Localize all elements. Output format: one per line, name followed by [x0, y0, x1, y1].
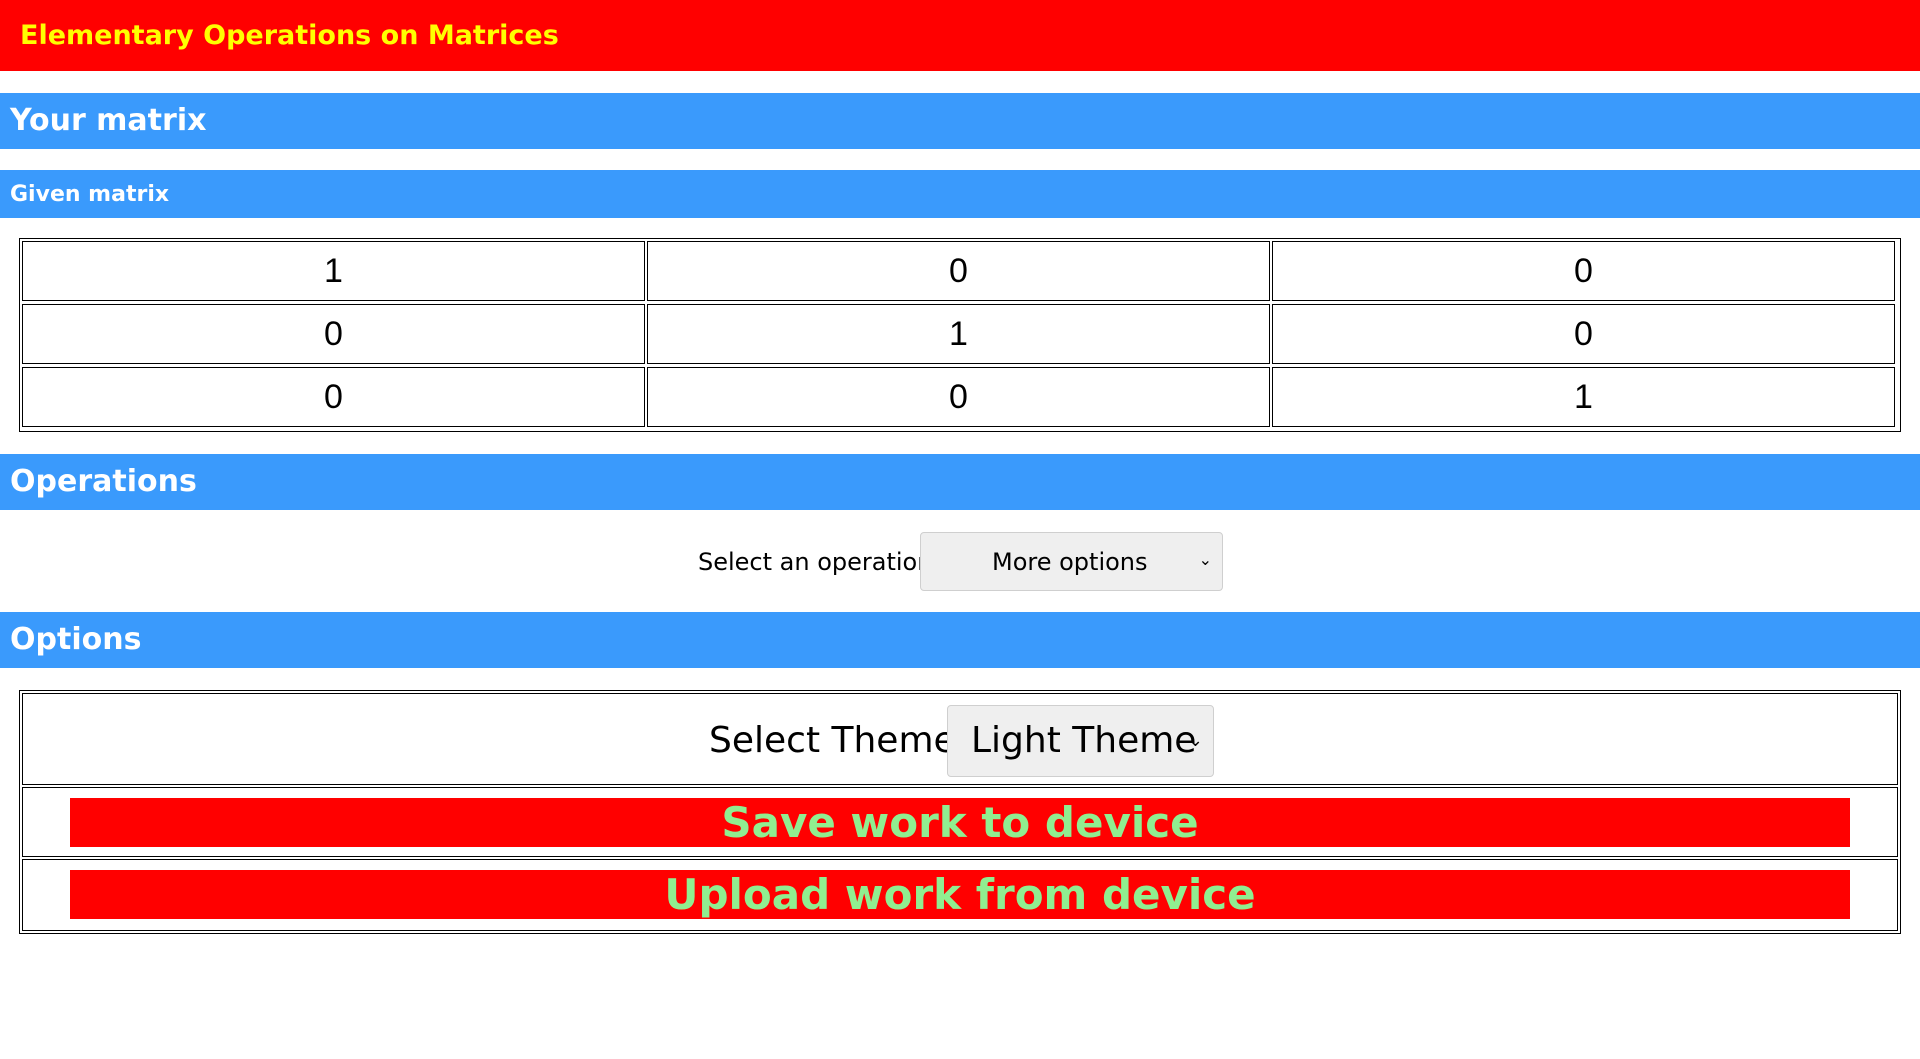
chevron-down-icon: ⌄: [1187, 730, 1203, 751]
theme-row: Select Theme: Light Theme ⌄: [22, 693, 1898, 785]
section-operations-title: Operations: [10, 464, 197, 499]
matrix-cell-r2c3: 0: [1272, 304, 1895, 364]
section-options-title: Options: [10, 622, 142, 657]
theme-select[interactable]: Light Theme ⌄: [947, 705, 1214, 777]
matrix-cell-r3c1: 0: [22, 367, 645, 427]
theme-select-value: Light Theme: [971, 720, 1197, 761]
matrix-table: 1 0 0 0 1 0 0 0 1: [19, 238, 1901, 432]
matrix-cell-r2c2: 1: [647, 304, 1270, 364]
save-work-button[interactable]: Save work to device: [70, 798, 1850, 847]
chevron-down-icon: ⌄: [1198, 550, 1212, 569]
operation-select-label: Select an operation:: [698, 548, 941, 576]
section-options: Options: [0, 612, 1920, 668]
operation-select[interactable]: More options ⌄: [920, 532, 1223, 591]
matrix-cell-r2c1: 0: [22, 304, 645, 364]
section-your-matrix-title: Your matrix: [10, 103, 207, 138]
matrix-cell-r3c3: 1: [1272, 367, 1895, 427]
section-given-matrix: Given matrix: [0, 170, 1920, 218]
upload-work-button[interactable]: Upload work from device: [70, 870, 1850, 919]
operation-selector-row: Select an operation: More options ⌄: [0, 531, 1920, 591]
upload-row: Upload work from device: [22, 859, 1898, 931]
operation-select-value: More options: [992, 548, 1148, 576]
matrix-cell-r1c1: 1: [22, 241, 645, 301]
matrix-cell-r1c3: 0: [1272, 241, 1895, 301]
section-given-matrix-title: Given matrix: [10, 182, 170, 207]
matrix-cell-r3c2: 0: [647, 367, 1270, 427]
save-row: Save work to device: [22, 787, 1898, 857]
theme-select-label: Select Theme:: [709, 720, 968, 761]
options-table: Select Theme: Light Theme ⌄ Save work to…: [19, 690, 1901, 934]
section-operations: Operations: [0, 454, 1920, 510]
section-your-matrix: Your matrix: [0, 93, 1920, 149]
matrix-cell-r1c2: 0: [647, 241, 1270, 301]
app-title: Elementary Operations on Matrices: [20, 20, 559, 51]
app-header: Elementary Operations on Matrices: [0, 0, 1920, 71]
